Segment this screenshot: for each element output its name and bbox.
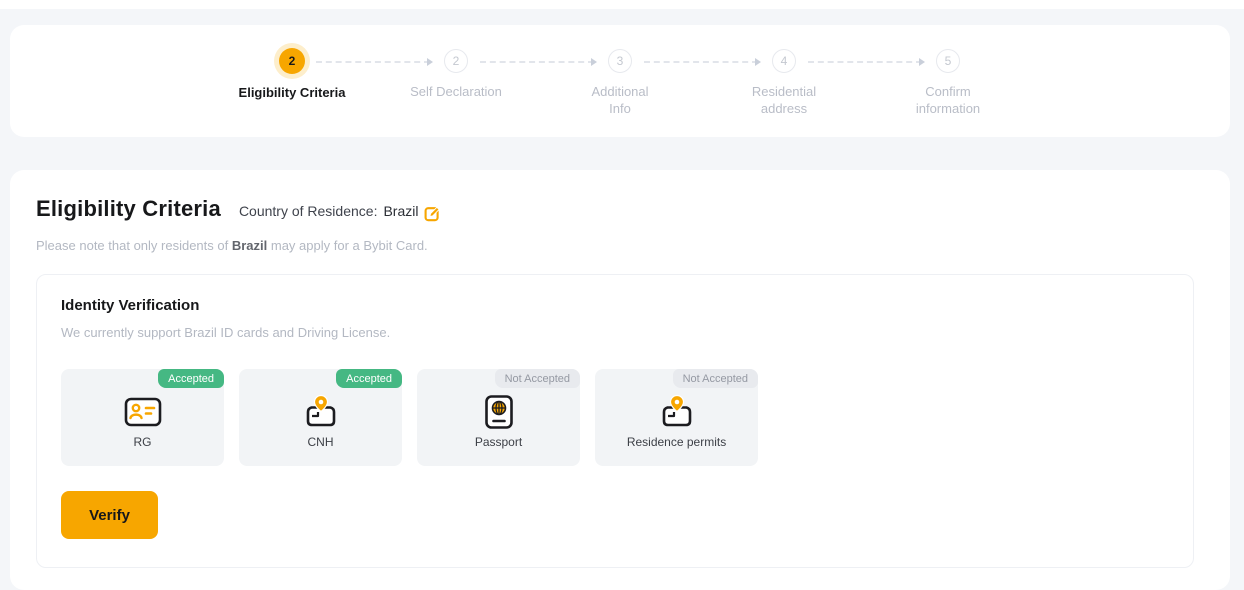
residence-permit-icon [657, 395, 697, 429]
passport-icon [484, 395, 514, 429]
edit-country-icon[interactable] [424, 205, 441, 222]
step-residential-address: 4 Residential address [702, 25, 866, 137]
verify-button[interactable]: Verify [61, 491, 158, 539]
doc-label: RG [134, 435, 152, 449]
doc-label: CNH [308, 435, 334, 449]
identity-verification-card: Identity Verification We currently suppo… [36, 274, 1194, 568]
note-prefix: Please note that only residents of [36, 238, 232, 253]
step-label: Residential address [752, 83, 816, 117]
status-badge: Accepted [158, 369, 224, 388]
step-confirm-information: 5 Confirm information [866, 25, 1030, 137]
note-suffix: may apply for a Bybit Card. [267, 238, 427, 253]
eligibility-note: Please note that only residents of Brazi… [36, 238, 1204, 253]
step-label: Eligibility Criteria [239, 84, 346, 101]
step-eligibility-criteria: 2 Eligibility Criteria [210, 25, 374, 137]
title-row: Eligibility Criteria Country of Residenc… [36, 196, 1204, 222]
doc-label: Passport [475, 435, 522, 449]
progress-stepper: 2 Eligibility Criteria 2 Self Declaratio… [210, 25, 1030, 137]
doc-tile-rg: Accepted RG [61, 369, 224, 466]
drivers-license-icon [301, 395, 341, 429]
step-connector [316, 61, 430, 63]
id-card-icon [124, 395, 162, 429]
identity-verification-subtitle: We currently support Brazil ID cards and… [61, 325, 1169, 340]
country-label: Country of Residence: [239, 203, 378, 219]
doc-tile-residence-permits: Not Accepted Residence permits [595, 369, 758, 466]
doc-tile-passport: Not Accepted Passport [417, 369, 580, 466]
step-connector [644, 61, 758, 63]
status-badge: Not Accepted [673, 369, 758, 388]
step-label: Additional Info [591, 83, 648, 117]
step-self-declaration: 2 Self Declaration [374, 25, 538, 137]
status-badge: Accepted [336, 369, 402, 388]
step-number-badge: 2 [279, 48, 305, 74]
progress-stepper-card: 2 Eligibility Criteria 2 Self Declaratio… [10, 25, 1230, 137]
page-title: Eligibility Criteria [36, 196, 221, 222]
step-number-badge: 2 [444, 49, 468, 73]
top-strip [0, 0, 1244, 9]
step-label: Confirm information [916, 83, 980, 117]
step-number-badge: 3 [608, 49, 632, 73]
note-country: Brazil [232, 238, 267, 253]
country-value: Brazil [383, 203, 418, 219]
country-of-residence: Country of Residence: Brazil [239, 203, 442, 220]
eligibility-panel: Eligibility Criteria Country of Residenc… [10, 170, 1230, 590]
step-connector [480, 61, 594, 63]
step-connector [808, 61, 922, 63]
status-badge: Not Accepted [495, 369, 580, 388]
doc-tile-cnh: Accepted CNH [239, 369, 402, 466]
step-number-badge: 4 [772, 49, 796, 73]
doc-label: Residence permits [627, 435, 726, 449]
identity-verification-title: Identity Verification [61, 297, 1169, 314]
step-additional-info: 3 Additional Info [538, 25, 702, 137]
document-options-row: Accepted RG Accepted [61, 369, 1169, 466]
step-number-badge: 5 [936, 49, 960, 73]
step-label: Self Declaration [410, 83, 502, 100]
